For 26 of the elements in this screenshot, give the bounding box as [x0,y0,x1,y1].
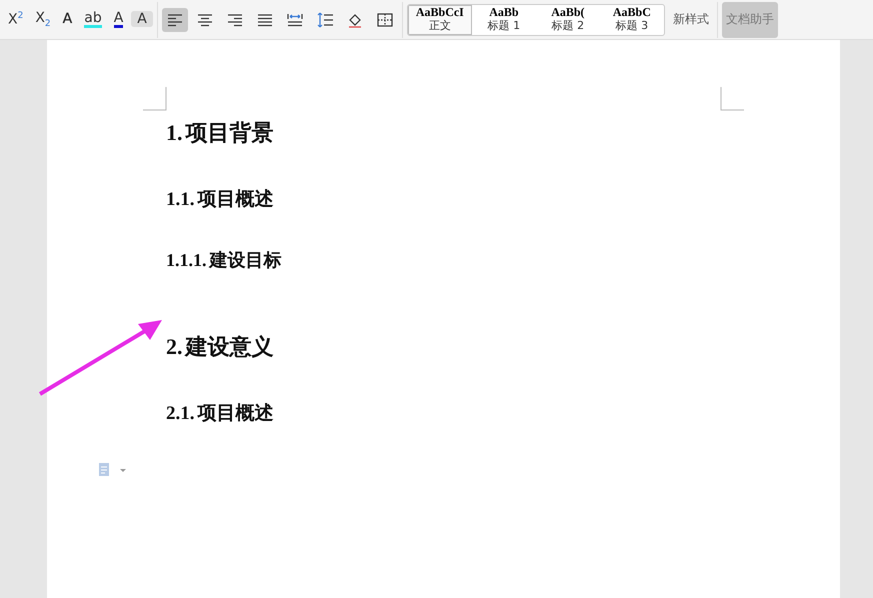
align-left-icon [166,12,184,28]
style-option[interactable]: AaBb( 标题 2 [536,4,600,34]
style-option[interactable]: AaBbCcI 正文 [408,4,472,34]
font-button[interactable]: A [131,11,153,28]
margin-corner-icon [720,87,744,111]
align-center-icon [196,12,214,28]
style-option[interactable]: AaBbC 标题 3 [600,4,664,34]
justify-icon [256,12,274,28]
font-button[interactable]: ab [80,8,106,30]
heading: 1.1.项目概述 [166,188,274,212]
font-button[interactable]: X$_{2}$ [31,8,55,31]
font-button[interactable]: A [58,9,76,30]
align-right-icon [226,12,244,28]
margin-corner-icon [143,87,167,111]
border-icon [376,12,394,28]
distribute-icon [286,12,304,28]
new-style-button[interactable]: 新样式 [668,9,713,30]
heading: 1.1.1. 建设目标 [166,249,282,272]
font-button[interactable]: A [110,8,128,30]
heading: 2.1.项目概述 [166,402,274,426]
font-button[interactable]: X$^{2}$ [4,9,28,30]
heading: 2.建设意义 [166,333,274,361]
heading: 1.项目背景 [166,119,274,147]
spacing-icon [316,12,334,28]
align-left-button[interactable] [162,8,188,32]
style-option[interactable]: AaBb 标题 1 [472,4,536,34]
